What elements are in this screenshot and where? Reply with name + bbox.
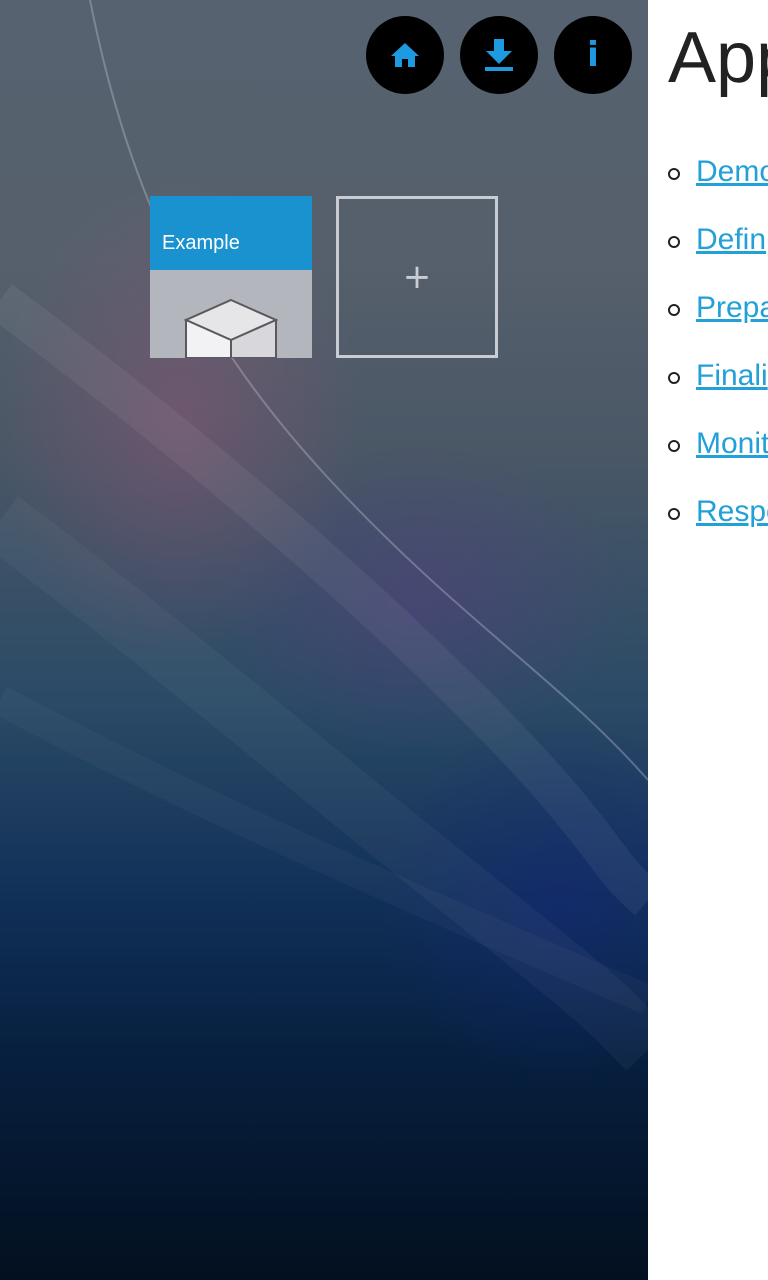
panel-link[interactable]: Defin [696, 222, 766, 258]
panel-title: App [668, 18, 768, 98]
panel-link[interactable]: Respo [696, 494, 768, 530]
home-icon [391, 43, 419, 67]
list-item: Prepa [668, 290, 768, 358]
home-button[interactable] [366, 16, 444, 94]
download-button[interactable] [460, 16, 538, 94]
list-item: Monit [668, 426, 768, 494]
info-icon: i [587, 35, 599, 75]
desktop-background: i Example + [0, 0, 648, 1280]
list-item: Defin [668, 222, 768, 290]
panel-link[interactable]: Prepa [696, 290, 768, 326]
add-tile-button[interactable]: + [336, 196, 498, 358]
bullet-icon [668, 372, 680, 384]
info-button[interactable]: i [554, 16, 632, 94]
bullet-icon [668, 440, 680, 452]
bullet-icon [668, 304, 680, 316]
bullet-icon [668, 508, 680, 520]
wallpaper-swoosh [0, 0, 648, 1071]
example-tile-label: Example [150, 196, 312, 270]
list-item: Demo [668, 154, 768, 222]
download-icon [485, 39, 513, 71]
panel-link-list: Demo Defin Prepa Finali Monit Respo [668, 154, 768, 562]
top-toolbar: i [366, 16, 632, 94]
panel-link[interactable]: Demo [696, 154, 768, 190]
bullet-icon [668, 236, 680, 248]
panel-link[interactable]: Monit [696, 426, 768, 462]
screen: i Example + App Demo Defin [0, 0, 768, 1280]
list-item: Finali [668, 358, 768, 426]
cube-icon [184, 298, 278, 358]
list-item: Respo [668, 494, 768, 562]
panel-link[interactable]: Finali [696, 358, 768, 394]
bullet-icon [668, 168, 680, 180]
plus-icon: + [402, 257, 432, 297]
side-panel: App Demo Defin Prepa Finali Monit [648, 0, 768, 1280]
example-tile[interactable]: Example [150, 196, 312, 358]
